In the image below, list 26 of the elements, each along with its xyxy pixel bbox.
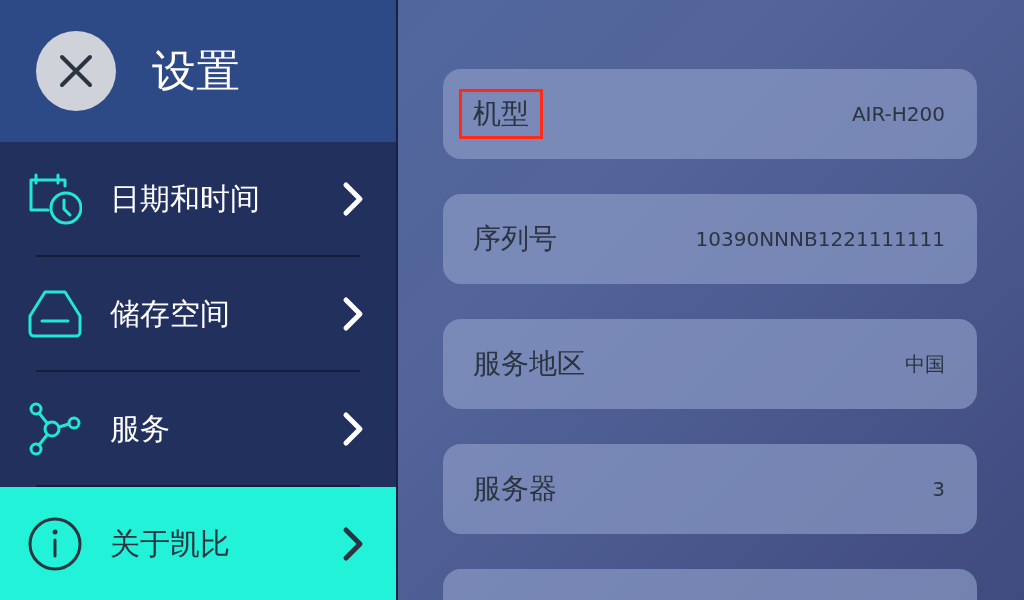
info-value: 3	[932, 476, 945, 503]
menu-item[interactable]: 日期和时间	[0, 142, 396, 255]
calendar-clock-icon	[28, 171, 82, 226]
chevron-right-icon	[342, 525, 364, 562]
info-label: 服务器	[472, 471, 558, 507]
menu-label: 关于凯比	[110, 525, 231, 563]
info-value: AIR-H200	[851, 101, 945, 128]
menu-item[interactable]: 服务	[0, 372, 396, 485]
menu-label: 服务	[110, 410, 171, 448]
menu-item[interactable]: 关于凯比	[0, 487, 396, 600]
info-label: 序列号	[472, 221, 558, 257]
close-icon	[59, 54, 93, 88]
chevron-right-icon	[342, 180, 364, 217]
menu-label: 日期和时间	[110, 180, 261, 218]
info-icon	[28, 516, 82, 571]
info-value: 10390NNNB1221111111	[695, 226, 945, 253]
page-title: 设置	[152, 44, 240, 98]
network-nodes-icon	[28, 400, 82, 457]
info-value: 中国	[905, 351, 945, 378]
chevron-right-icon	[342, 410, 364, 447]
info-label: 机型	[473, 97, 529, 130]
info-label: 服务地区	[472, 346, 586, 382]
menu-label: 储存空间	[110, 295, 231, 333]
chevron-right-icon	[342, 295, 364, 332]
menu-item[interactable]: 储存空间	[0, 257, 396, 370]
tray-icon	[28, 289, 82, 338]
